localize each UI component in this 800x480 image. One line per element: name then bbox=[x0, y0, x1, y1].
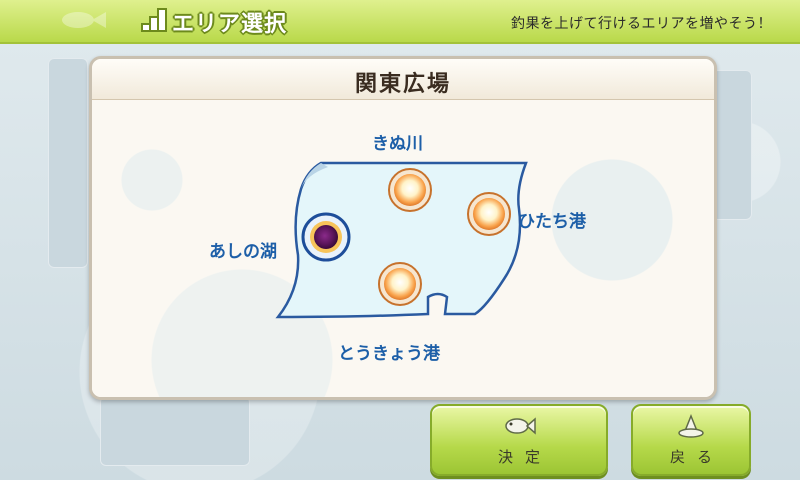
header-bar: エリア選択 釣果を上げて行けるエリアを増やそう！ bbox=[0, 0, 800, 44]
spot-ashinoko-selected[interactable] bbox=[301, 212, 351, 262]
back-button-label: 戻る bbox=[669, 448, 724, 466]
confirm-button[interactable]: 決定 bbox=[430, 404, 608, 476]
background-shape bbox=[100, 396, 250, 466]
label-hitachi-port[interactable]: ひたち港 bbox=[518, 207, 586, 232]
label-kinugawa[interactable]: きぬ川 bbox=[372, 129, 423, 154]
fish-icon bbox=[505, 417, 536, 435]
background-shape bbox=[48, 58, 88, 268]
stairs-icon bbox=[141, 8, 167, 32]
confirm-button-label: 決定 bbox=[497, 448, 552, 466]
area-map-panel: 関東広場 きぬ川 あしの湖 ひたち港 とうきょう港 bbox=[89, 56, 717, 400]
spot-tokyo-port[interactable] bbox=[378, 262, 422, 306]
hat-icon bbox=[678, 414, 704, 438]
label-tokyo-port[interactable]: とうきょう港 bbox=[338, 339, 440, 364]
spot-hitachi-port[interactable] bbox=[467, 192, 511, 236]
label-ashinoko[interactable]: あしの湖 bbox=[209, 237, 277, 262]
fish-watermark-icon bbox=[62, 12, 106, 28]
header-hint: 釣果を上げて行けるエリアを増やそう！ bbox=[511, 16, 772, 32]
spot-kinugawa[interactable] bbox=[388, 168, 432, 212]
background-shape bbox=[712, 70, 752, 220]
page-title: エリア選択 bbox=[172, 12, 288, 37]
back-button[interactable]: 戻る bbox=[631, 404, 751, 476]
